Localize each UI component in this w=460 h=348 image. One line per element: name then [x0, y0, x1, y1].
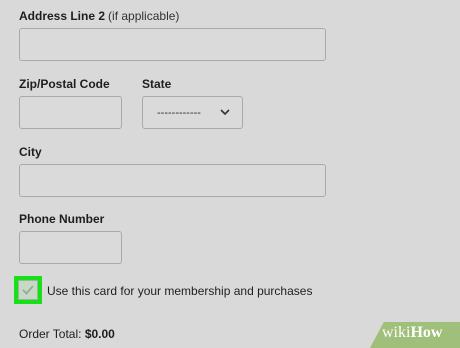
state-selected-value: ------------ — [157, 107, 201, 119]
order-total-label: Order Total: — [19, 327, 82, 341]
wikihow-logo: wikiHow — [382, 324, 442, 342]
zip-label: Zip/Postal Code — [19, 77, 110, 91]
address-line-2-input[interactable] — [19, 28, 326, 61]
checkbox-highlight — [14, 276, 42, 304]
membership-checkbox[interactable] — [18, 280, 38, 300]
city-input[interactable] — [19, 164, 326, 197]
order-total: Order Total: $0.00 — [19, 327, 115, 341]
membership-checkbox-label[interactable]: Use this card for your membership and pu… — [47, 284, 312, 298]
wikihow-logo-part1: wiki — [382, 324, 411, 341]
state-select[interactable]: ------------ — [142, 96, 243, 129]
checkmark-icon — [22, 285, 34, 295]
address-line-2-note: (if applicable) — [108, 9, 180, 23]
order-total-value: $0.00 — [84, 327, 115, 341]
state-label: State — [142, 77, 172, 91]
city-label: City — [19, 145, 42, 159]
address-line-2-label-text: Address Line 2 — [19, 9, 106, 23]
phone-label: Phone Number — [19, 212, 105, 226]
address-line-2-label: Address Line 2 (if applicable) — [19, 9, 179, 23]
chevron-down-icon — [220, 109, 230, 116]
wikihow-logo-part2: How — [410, 324, 443, 341]
phone-input[interactable] — [19, 231, 122, 264]
zip-input[interactable] — [19, 96, 122, 129]
